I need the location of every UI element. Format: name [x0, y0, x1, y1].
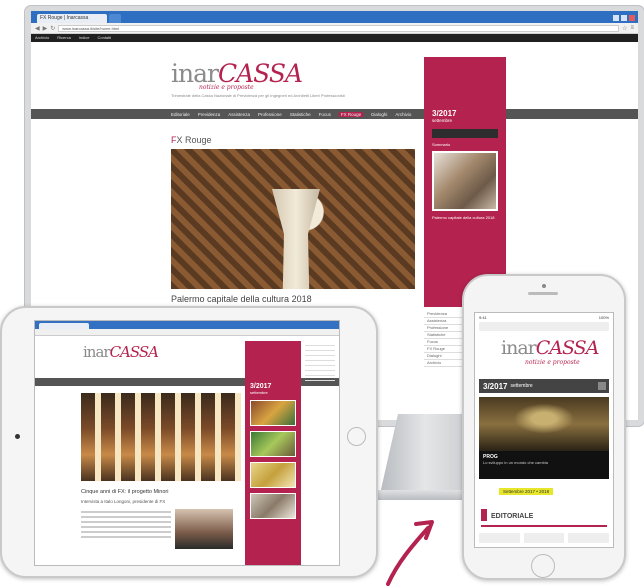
tablet-camera — [15, 434, 20, 439]
site-description: Trimestrale della Cassa Nazionale di Pre… — [171, 93, 345, 98]
section-marker — [481, 509, 487, 521]
status-battery: 100% — [598, 315, 609, 320]
sidebar-caption[interactable]: Palermo capitale della cultura 2018 — [432, 215, 498, 220]
sidebar-cover-image[interactable] — [432, 151, 498, 211]
tablet-screen: inarCASSA 3/2017 settembre Cinque anni d… — [34, 320, 340, 566]
phone-speaker — [528, 292, 558, 295]
page-title-rest: X Rouge — [176, 135, 212, 145]
phone-bottom-strip — [479, 533, 610, 543]
bookmarks-bar: Archivio Ricerca Indice Contatti — [31, 34, 638, 42]
tablet-issue-number: 3/2017 — [250, 383, 272, 390]
issue-number: 3/2017 — [432, 109, 457, 118]
section-divider — [481, 525, 607, 527]
phone-screen: 9:41 100% inarCASSA notizie e proposte 3… — [474, 312, 614, 548]
menu-item-archivio[interactable]: Archivio — [395, 112, 411, 117]
tablet-browser-tab[interactable] — [39, 323, 89, 329]
logo-grey-part: inar — [501, 337, 537, 359]
tablet-browser-titlebar — [35, 321, 339, 329]
window-controls — [613, 15, 638, 23]
menu-item-fx-rouge[interactable]: FX Rouge — [338, 111, 364, 117]
tablet-article-subtitle: Intervista a Italo Longoni, presidente d… — [81, 499, 166, 504]
status-time: 9:41 — [479, 315, 487, 320]
phone-device: 9:41 100% inarCASSA notizie e proposte 3… — [462, 274, 626, 580]
menu-item-focus[interactable]: Focus — [319, 112, 331, 117]
issue-month: settembre — [432, 118, 453, 123]
hero-caption[interactable]: Palermo capitale della cultura 2018 — [171, 294, 312, 304]
phone-date-badge: Settembre 2017 • 2018 — [499, 487, 554, 495]
page-title: FX Rouge — [171, 135, 212, 145]
maximize-icon[interactable] — [621, 15, 627, 21]
tablet-logo[interactable]: inarCASSA — [83, 343, 159, 361]
sidebar-label: Sommario — [432, 142, 451, 147]
menu-item-assistenza[interactable]: Assistenza — [228, 112, 250, 117]
sidebar-search-box[interactable] — [432, 129, 498, 138]
tablet-article-text — [81, 511, 171, 541]
reload-icon[interactable]: ↻ — [50, 25, 55, 32]
phone-issue-number: 3/2017 — [483, 381, 508, 391]
browser-tab[interactable]: FX Rouge | Inarcassa — [37, 14, 107, 23]
logo-red-part: CASSA — [535, 337, 600, 359]
menu-item-editoriale[interactable]: Editoriale — [171, 112, 190, 117]
bookmark-item[interactable]: Archivio — [35, 34, 49, 42]
phone-date-badge-row: Settembre 2017 • 2018 — [479, 485, 609, 497]
tablet-address-bar[interactable] — [35, 329, 339, 336]
hamburger-menu-icon[interactable] — [598, 382, 606, 390]
arrow-icon — [386, 520, 434, 586]
main-menu: Editoriale Previdenza Assistenza Profess… — [31, 109, 638, 119]
forward-icon[interactable]: ▶ — [43, 25, 48, 32]
back-icon[interactable]: ◀ — [35, 25, 40, 32]
tablet-thumbnail[interactable] — [250, 400, 296, 426]
phone-hero-subtitle: Lo sviluppo in un mondo che cambia — [483, 460, 548, 465]
phone-issue-bar: 3/2017 settembre — [479, 379, 609, 393]
phone-section-title[interactable]: EDITORIALE — [491, 513, 533, 520]
close-icon[interactable] — [629, 15, 635, 21]
tablet-issue-sidebar: 3/2017 settembre — [245, 341, 301, 565]
phone-tagline: notizie e proposte — [525, 359, 580, 366]
tablet-issue-month: settembre — [250, 390, 268, 395]
logo-grey-part: inar — [83, 343, 111, 361]
logo-red-part: CASSA — [109, 343, 159, 361]
bookmark-item[interactable]: Ricerca — [57, 34, 71, 42]
address-bar[interactable]: www.inarcassa.it/site/home.html — [58, 24, 620, 32]
browser-toolbar: ◀ ▶ ↻ www.inarcassa.it/site/home.html ☆ … — [31, 23, 638, 34]
issue-sidebar: 3/2017 settembre Sommario Palermo capita… — [424, 57, 506, 307]
browser-titlebar: FX Rouge | Inarcassa — [31, 11, 638, 23]
site-logo[interactable]: inarCASSA notizie e proposte Trimestrale… — [171, 59, 371, 98]
tablet-thumbnail[interactable] — [250, 431, 296, 457]
phone-home-button[interactable] — [531, 554, 555, 578]
hero-image[interactable] — [171, 149, 415, 289]
phone-hero-caption[interactable]: PROG Lo sviluppo in un mondo che cambia — [479, 451, 609, 479]
phone-logo[interactable]: inarCASSA — [501, 337, 600, 359]
menu-icon[interactable]: ≡ — [630, 25, 634, 31]
bookmark-item[interactable]: Indice — [79, 34, 90, 42]
phone-hero-image[interactable] — [479, 397, 609, 451]
tablet-home-button[interactable] — [347, 427, 366, 446]
tablet-thumbnail[interactable] — [250, 462, 296, 488]
tablet-thumbnail[interactable] — [250, 493, 296, 519]
menu-item-previdenza[interactable]: Previdenza — [198, 112, 221, 117]
menu-item-statistiche[interactable]: Statistiche — [290, 112, 311, 117]
tablet-device: inarCASSA 3/2017 settembre Cinque anni d… — [0, 306, 378, 578]
tablet-article-title[interactable]: Cinque anni di FX: il progetto Minori — [81, 489, 168, 495]
bookmark-item[interactable]: Contatti — [97, 34, 111, 42]
new-tab-button[interactable] — [109, 14, 121, 23]
tablet-portrait-image — [175, 509, 233, 549]
tablet-hero-image[interactable] — [81, 393, 241, 481]
phone-address-bar[interactable] — [479, 322, 609, 331]
phone-camera — [542, 284, 546, 288]
phone-status-bar: 9:41 100% — [475, 313, 613, 322]
minimize-icon[interactable] — [613, 15, 619, 21]
phone-issue-month: settembre — [510, 383, 533, 389]
star-icon[interactable]: ☆ — [622, 25, 627, 32]
column-capital — [272, 189, 320, 289]
menu-item-professione[interactable]: Professione — [258, 112, 282, 117]
tablet-side-list — [305, 341, 335, 381]
menu-item-dialoghi[interactable]: Dialoghi — [371, 112, 387, 117]
